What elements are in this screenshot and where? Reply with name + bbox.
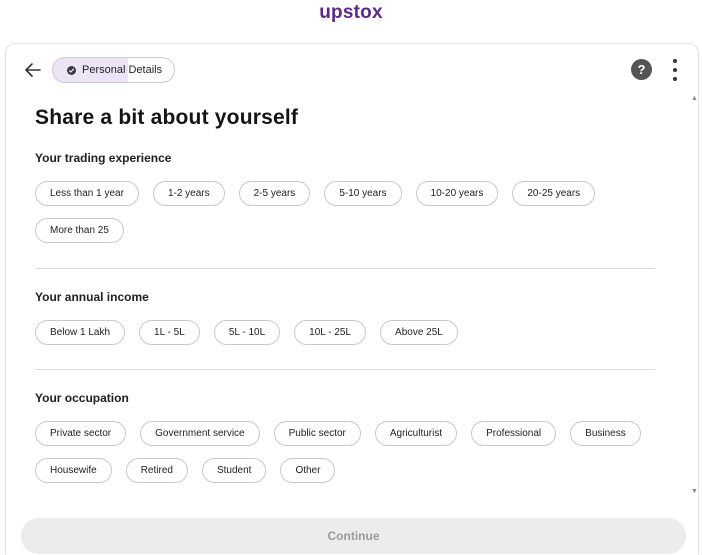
experience-option[interactable]: More than 25 [35,218,124,243]
income-option[interactable]: Below 1 Lakh [35,320,126,345]
form-content: Share a bit about yourself Your trading … [35,106,657,483]
income-label: Your annual income [35,290,149,304]
help-icon: ? [637,62,646,77]
scroll-down-icon[interactable]: ▼ [691,488,698,495]
arrow-left-icon [25,63,41,77]
income-option[interactable]: 5L - 10L [213,320,281,345]
occupation-option[interactable]: Retired [125,458,188,483]
help-button[interactable]: ? [631,59,652,80]
occupation-option[interactable]: Business [570,421,641,446]
occupation-option[interactable]: Public sector [273,421,361,446]
experience-option[interactable]: 5-10 years [324,181,402,206]
income-option[interactable]: 1L - 5L [139,320,200,345]
step-label: Personal Details [82,64,163,76]
experience-option[interactable]: Less than 1 year [35,181,139,206]
experience-option[interactable]: 20-25 years [512,181,596,206]
occupation-option[interactable]: Housewife [35,458,112,483]
section-divider [35,369,655,370]
occupation-option[interactable]: Other [280,458,336,483]
section-divider [35,268,655,269]
back-button[interactable] [22,59,44,81]
occupation-option[interactable]: Student [201,458,267,483]
experience-option[interactable]: 10-20 years [415,181,499,206]
check-circle-icon [67,65,76,75]
form-card: Personal Details ? ▲ ▼ Share a bit about… [5,43,699,555]
scrollbar[interactable]: ▲ ▼ [689,95,699,495]
scroll-up-icon[interactable]: ▲ [691,95,698,102]
occupation-label: Your occupation [35,391,129,405]
experience-option[interactable]: 2-5 years [238,181,311,206]
occupation-options: Private sector Government service Public… [35,421,657,483]
occupation-option[interactable]: Government service [140,421,260,446]
occupation-option[interactable]: Agriculturist [374,421,458,446]
income-option[interactable]: 10L - 25L [294,320,367,345]
experience-option[interactable]: 1-2 years [152,181,225,206]
top-bar: Personal Details ? [6,56,698,84]
upstox-logo: upstox [319,2,383,23]
continue-button[interactable]: Continue [21,518,686,554]
income-option[interactable]: Above 25L [380,320,458,345]
kebab-menu-icon[interactable] [670,59,680,81]
occupation-option[interactable]: Private sector [35,421,127,446]
income-options: Below 1 Lakh 1L - 5L 5L - 10L 10L - 25L … [35,320,657,345]
experience-options: Less than 1 year 1-2 years 2-5 years 5-1… [35,181,657,243]
occupation-option[interactable]: Professional [471,421,557,446]
experience-label: Your trading experience [35,151,172,165]
page-title: Share a bit about yourself [35,106,299,129]
step-indicator: Personal Details [52,57,176,83]
